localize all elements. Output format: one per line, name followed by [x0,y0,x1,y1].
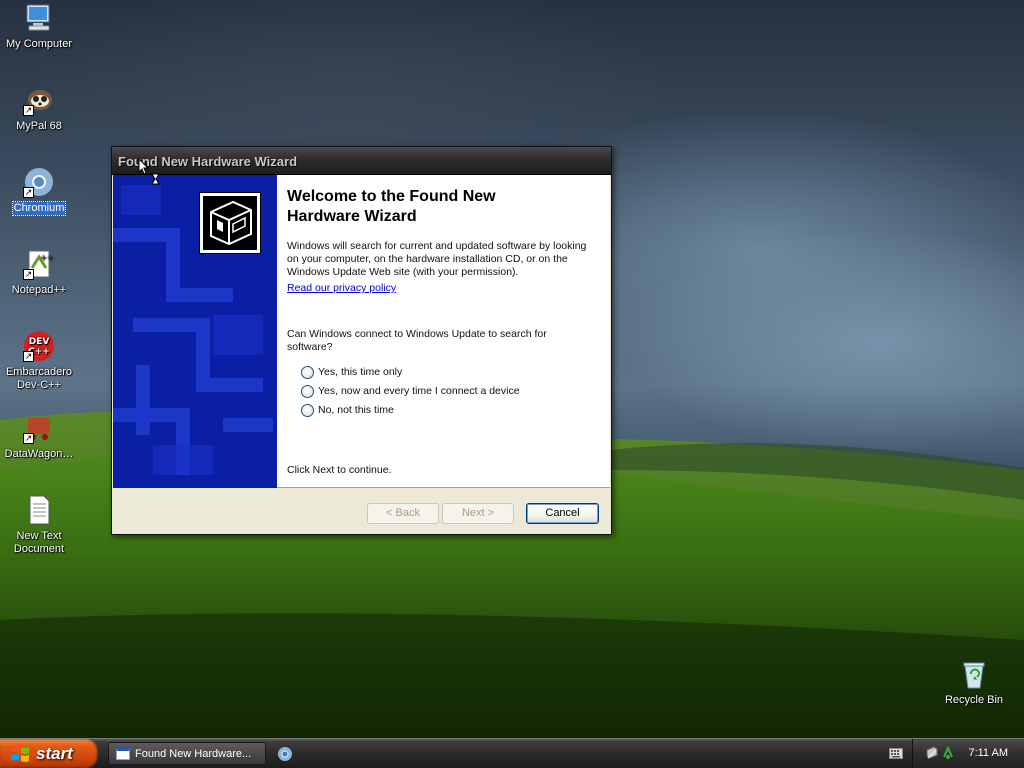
window-icon [116,747,130,760]
shortcut-arrow-icon: ↗ [23,187,34,198]
wizard-heading: Welcome to the Found New Hardware Wizard [287,188,496,225]
keyboard-icon[interactable] [889,748,903,759]
shortcut-arrow-icon: ↗ [23,433,34,444]
back-button[interactable]: < Back [367,503,439,524]
shortcut-arrow-icon: ↗ [23,351,34,362]
computer-icon [23,2,55,34]
start-button[interactable]: start [0,739,98,768]
cancel-button[interactable]: Cancel [526,503,599,524]
desktop-icon-label: Chromium [11,201,67,216]
desktop-icon-notepad-plus-plus[interactable]: ++ ↗ Notepad++ [1,248,77,297]
desktop-icon-label: New Text Document [13,530,65,555]
desktop-icon-datawagon[interactable]: ↗ DataWagon… [1,412,77,461]
next-button[interactable]: Next > [442,503,514,524]
chromium-icon: ↗ [23,166,55,198]
desktop-icon-label: DataWagon… [4,448,74,460]
hardware-wizard-icon [199,192,261,254]
taskbar: start Found New Hardware... 7:11 AM [0,738,1024,768]
network-tray-icon[interactable] [941,746,955,760]
devcpp-icon: DEV C++ ↗ [23,330,55,362]
radio-label: Yes, now and every time I connect a devi… [318,385,520,397]
svg-text:++: ++ [40,253,53,262]
desktop-icon-new-text-document[interactable]: New Text Document [1,494,77,556]
wizard-body: Welcome to the Found New Hardware Wizard… [113,175,610,488]
windows-flag-icon [11,745,29,762]
hardware-tray-icon[interactable] [925,746,939,760]
svg-text:DEV: DEV [29,337,50,347]
taskbar-button-label: Found New Hardware... [135,747,252,760]
desktop-icon-mypal[interactable]: ↗ MyPal 68 [1,84,77,133]
radio-no-not-this-time[interactable]: No, not this time [301,403,394,417]
recycle-bin-icon [958,658,990,690]
radio-button[interactable] [301,365,314,379]
radio-label: No, not this time [318,404,394,416]
taskbar-button-found-new-hardware[interactable]: Found New Hardware... [108,742,266,765]
desktop-icon-label: Recycle Bin [944,694,1004,706]
shortcut-arrow-icon: ↗ [23,269,34,280]
wizard-content: Welcome to the Found New Hardware Wizard… [287,175,605,488]
desktop-icon-label: Embarcadero Dev-C++ [5,366,73,391]
radio-button[interactable] [301,384,314,398]
notepad-plus-plus-icon: ++ ↗ [23,248,55,280]
desktop-icon-my-computer[interactable]: My Computer [1,2,77,51]
found-new-hardware-wizard-window[interactable]: Found New Hardware Wizard Welcome to the… [111,146,612,535]
window-titlebar[interactable]: Found New Hardware Wizard [112,147,611,175]
quick-launch-chromium-icon[interactable] [277,746,293,762]
desktop-icon-label: MyPal 68 [16,120,62,132]
desktop-icon-devcpp[interactable]: DEV C++ ↗ Embarcadero Dev-C++ [1,330,77,392]
start-label: start [36,743,73,763]
wizard-intro-text: Windows will search for current and upda… [287,240,587,278]
radio-button[interactable] [301,403,314,417]
windows-update-question: Can Windows connect to Windows Update to… [287,328,547,353]
continue-instruction: Click Next to continue. [287,464,392,476]
shortcut-arrow-icon: ↗ [23,105,34,116]
system-tray: 7:11 AM [912,739,1024,768]
privacy-policy-link[interactable]: Read our privacy policy [287,282,396,294]
busy-cursor-icon [138,158,160,185]
datawagon-icon: ↗ [23,412,55,444]
radio-yes-this-time-only[interactable]: Yes, this time only [301,365,402,379]
mypal-icon: ↗ [23,84,55,116]
wizard-banner [113,175,277,488]
desktop-icon-recycle-bin[interactable]: Recycle Bin [936,658,1012,707]
radio-label: Yes, this time only [318,366,403,378]
desktop-icon-label: My Computer [5,38,73,50]
radio-yes-every-time[interactable]: Yes, now and every time I connect a devi… [301,384,520,398]
taskbar-clock: 7:11 AM [968,747,1008,759]
text-document-icon [23,494,55,526]
desktop-icon-chromium[interactable]: ↗ Chromium [1,166,77,216]
desktop-icon-label: Notepad++ [11,284,67,296]
